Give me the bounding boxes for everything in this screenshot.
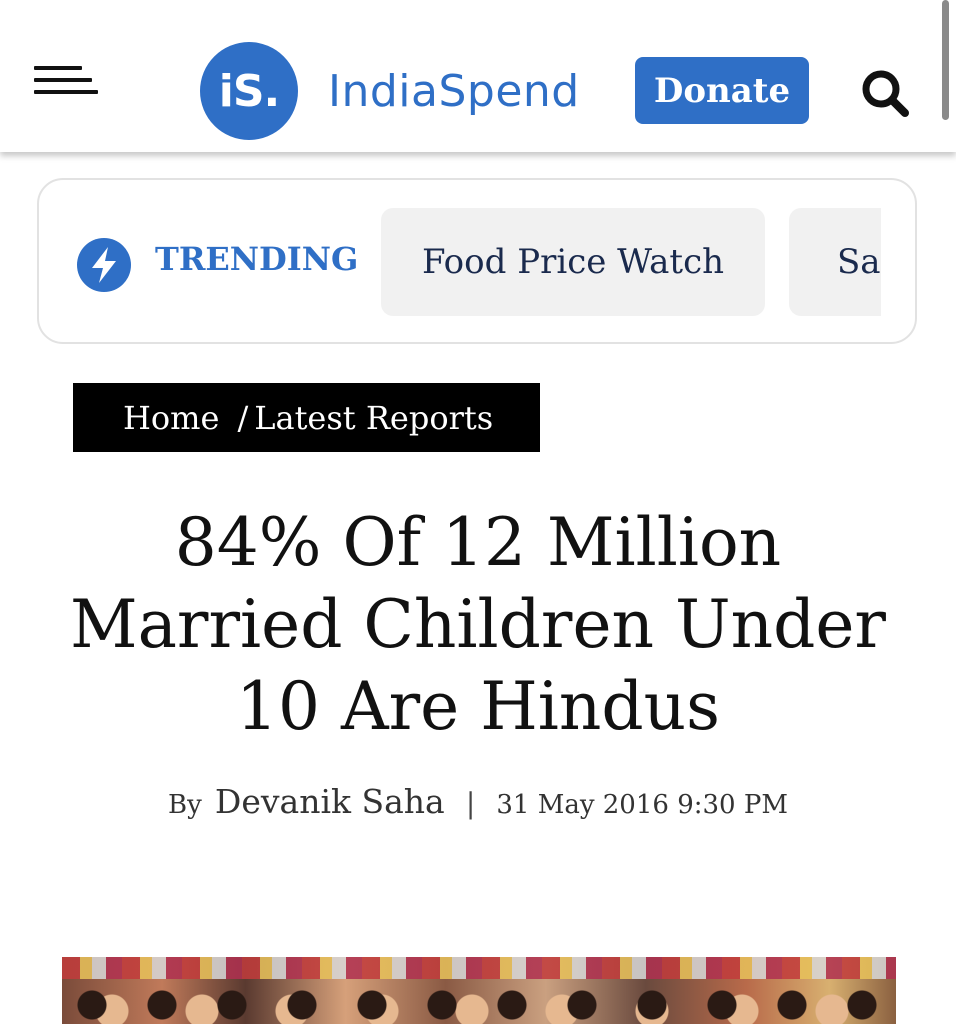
breadcrumb-home[interactable]: Home [123, 399, 219, 437]
logo-mark: iS. [200, 42, 298, 140]
site-header: iS. IndiaSpend Donate [0, 0, 956, 152]
breadcrumb-separator: / [237, 398, 249, 437]
site-logo[interactable]: iS. IndiaSpend [200, 42, 600, 142]
donate-button[interactable]: Donate [635, 57, 809, 124]
trending-chips: Food Price Watch Saf [381, 208, 881, 316]
article-byline: By Devanik Saha | 31 May 2016 9:30 PM [0, 782, 956, 821]
trending-chip-food-price-watch[interactable]: Food Price Watch [381, 208, 765, 316]
byline-prefix: By [168, 790, 202, 820]
lightning-bolt-icon [77, 238, 131, 292]
hamburger-menu-button[interactable] [34, 66, 102, 104]
scrollbar[interactable] [942, 0, 949, 120]
menu-line [34, 90, 98, 94]
menu-line [34, 66, 82, 70]
breadcrumb-latest-reports[interactable]: Latest Reports [254, 399, 493, 437]
trending-bar: TRENDING Food Price Watch Saf [37, 178, 917, 344]
search-button[interactable] [858, 66, 914, 122]
logo-wordmark: IndiaSpend [328, 66, 580, 117]
author-link[interactable]: Devanik Saha [215, 782, 445, 821]
breadcrumb: Home / Latest Reports [73, 383, 540, 452]
hero-image-crowd [62, 975, 896, 1024]
trending-chip[interactable]: Saf [789, 208, 881, 316]
menu-line [34, 78, 92, 82]
search-icon [862, 70, 909, 117]
article-hero-image [62, 957, 896, 1024]
article-title: 84% Of 12 Million Married Children Under… [70, 504, 886, 745]
publish-date: 31 May 2016 9:30 PM [496, 790, 788, 820]
trending-label: TRENDING [155, 240, 359, 278]
byline-separator: | [465, 787, 476, 820]
